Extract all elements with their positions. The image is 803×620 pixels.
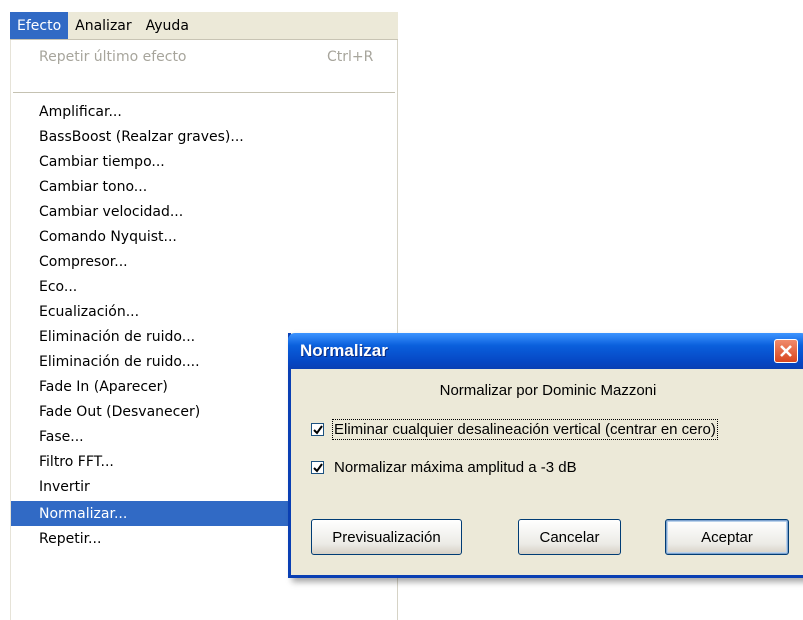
checkmark-icon: [312, 424, 323, 435]
preview-button[interactable]: Previsualización: [311, 519, 462, 555]
menu-item-eco[interactable]: Eco...: [11, 274, 397, 299]
menu-item-repeat-last: Repetir último efecto Ctrl+R: [11, 44, 397, 69]
dc-offset-checkbox[interactable]: [311, 423, 324, 436]
menu-item-compresor[interactable]: Compresor...: [11, 249, 397, 274]
menu-item-cambiar-tiempo[interactable]: Cambiar tiempo...: [11, 149, 397, 174]
menu-bar: Efecto Analizar Ayuda: [10, 12, 398, 40]
menu-separator: [13, 92, 395, 93]
menu-item-cambiar-tono[interactable]: Cambiar tono...: [11, 174, 397, 199]
ok-button[interactable]: Aceptar: [665, 519, 789, 555]
normalize-amplitude-option[interactable]: Normalizar máxima amplitud a -3 dB: [311, 459, 577, 476]
dc-offset-option[interactable]: Eliminar cualquier desalineación vertica…: [311, 419, 718, 440]
close-icon: [780, 345, 792, 357]
menu-item-comando-nyquist[interactable]: Comando Nyquist...: [11, 224, 397, 249]
dialog-title: Normalizar: [300, 341, 388, 360]
dialog-body: Normalizar por Dominic Mazzoni Eliminar …: [291, 369, 803, 575]
menu-item-ecualizacion[interactable]: Ecualización...: [11, 299, 397, 324]
menu-ayuda[interactable]: Ayuda: [139, 12, 196, 39]
menu-analizar[interactable]: Analizar: [68, 12, 139, 39]
dialog-author-text: Normalizar por Dominic Mazzoni: [439, 382, 657, 399]
checkmark-icon: [312, 462, 323, 473]
menu-item-bassboost[interactable]: BassBoost (Realzar graves)...: [11, 124, 397, 149]
menu-item-label: Repetir último efecto: [39, 48, 187, 65]
menu-item-shortcut: Ctrl+R: [327, 48, 374, 65]
menu-item-amplificar[interactable]: Amplificar...: [11, 99, 397, 124]
dc-offset-label: Eliminar cualquier desalineación vertica…: [332, 419, 718, 440]
normalize-amplitude-label: Normalizar máxima amplitud a -3 dB: [334, 459, 577, 476]
cancel-button[interactable]: Cancelar: [518, 519, 621, 555]
dialog-titlebar[interactable]: Normalizar: [288, 333, 803, 369]
normalize-dialog: Normalizar Normalizar por Dominic Mazzon…: [288, 333, 803, 578]
close-button[interactable]: [774, 339, 798, 363]
normalize-amplitude-checkbox[interactable]: [311, 461, 324, 474]
menu-efecto[interactable]: Efecto: [10, 12, 69, 39]
menu-item-cambiar-velocidad[interactable]: Cambiar velocidad...: [11, 199, 397, 224]
